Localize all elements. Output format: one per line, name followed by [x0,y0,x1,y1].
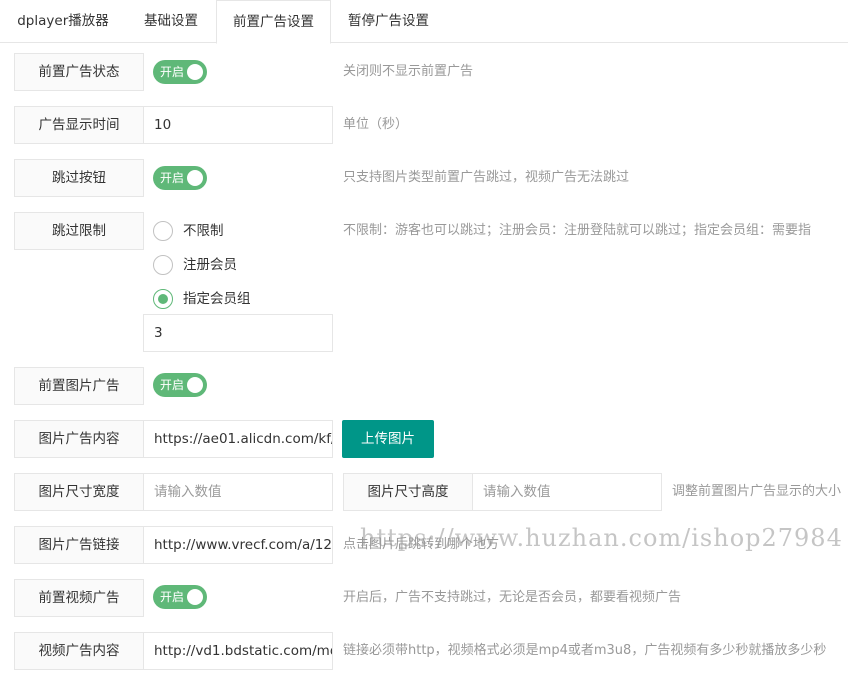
skip-limit-hint: 不限制：游客也可以跳过；注册会员：注册登陆就可以跳过；指定会员组：需要指 [343,223,812,238]
switch-knob [187,64,203,80]
radio-circle-checked [153,289,173,309]
upload-image-button[interactable]: 上传图片 [342,420,434,458]
image-height-label: 图片尺寸高度 [343,473,473,511]
image-ad-switch[interactable]: 开启 [153,373,207,397]
video-content-hint: 链接必须带http，视频格式必须是mp4或者m3u8，广告视频有多少秒就播放多少… [343,643,827,658]
member-group-input[interactable]: 3 [143,314,333,352]
image-width-input[interactable]: 请输入数值 [143,473,333,511]
video-ad-label: 前置视频广告 [14,579,144,617]
tab-pre-ad-settings[interactable]: 前置广告设置 [216,0,331,44]
switch-text: 开启 [160,378,185,392]
watermark-text: https://www.huzhan.com/ishop27984 [360,524,843,552]
radio-label: 注册会员 [183,257,237,273]
switch-knob [187,589,203,605]
radio-label: 指定会员组 [183,291,251,307]
skip-button-switch[interactable]: 开启 [153,166,207,190]
ad-status-label: 前置广告状态 [14,53,144,91]
image-height-input[interactable]: 请输入数值 [472,473,662,511]
switch-text: 开启 [160,65,185,79]
radio-label: 不限制 [183,223,224,239]
skip-limit-label: 跳过限制 [14,212,144,250]
image-url-input[interactable]: https://ae01.alicdn.com/kf/Hc [143,420,333,458]
skip-button-label: 跳过按钮 [14,159,144,197]
image-width-label: 图片尺寸宽度 [14,473,144,511]
video-ad-hint: 开启后，广告不支持跳过，无论是否会员，都要看视频广告 [343,590,682,605]
switch-knob [187,170,203,186]
switch-text: 开启 [160,590,185,604]
radio-circle [153,255,173,275]
ad-time-hint: 单位（秒） [343,117,409,132]
tab-dplayer[interactable]: dplayer播放器 [0,0,126,43]
ad-time-label: 广告显示时间 [14,106,144,144]
ad-time-input[interactable]: 10 [143,106,333,144]
radio-circle [153,221,173,241]
video-ad-switch[interactable]: 开启 [153,585,207,609]
settings-tabs: dplayer播放器 基础设置 前置广告设置 暂停广告设置 [0,0,848,44]
video-content-label: 视频广告内容 [14,632,144,670]
image-link-label: 图片广告链接 [14,526,144,564]
ad-status-hint: 关闭则不显示前置广告 [343,64,474,79]
switch-text: 开启 [160,171,185,185]
image-link-input[interactable]: http://www.vrecf.com/a/120.h [143,526,333,564]
image-size-hint: 调整前置图片广告显示的大小 [672,484,842,499]
skip-button-hint: 只支持图片类型前置广告跳过，视频广告无法跳过 [343,170,630,185]
tab-basic-settings[interactable]: 基础设置 [126,0,216,43]
video-url-input[interactable]: http://vd1.bdstatic.com/mda-l [143,632,333,670]
image-content-label: 图片广告内容 [14,420,144,458]
ad-status-switch[interactable]: 开启 [153,60,207,84]
tab-pause-ad-settings[interactable]: 暂停广告设置 [331,0,446,43]
image-ad-label: 前置图片广告 [14,367,144,405]
switch-knob [187,377,203,393]
